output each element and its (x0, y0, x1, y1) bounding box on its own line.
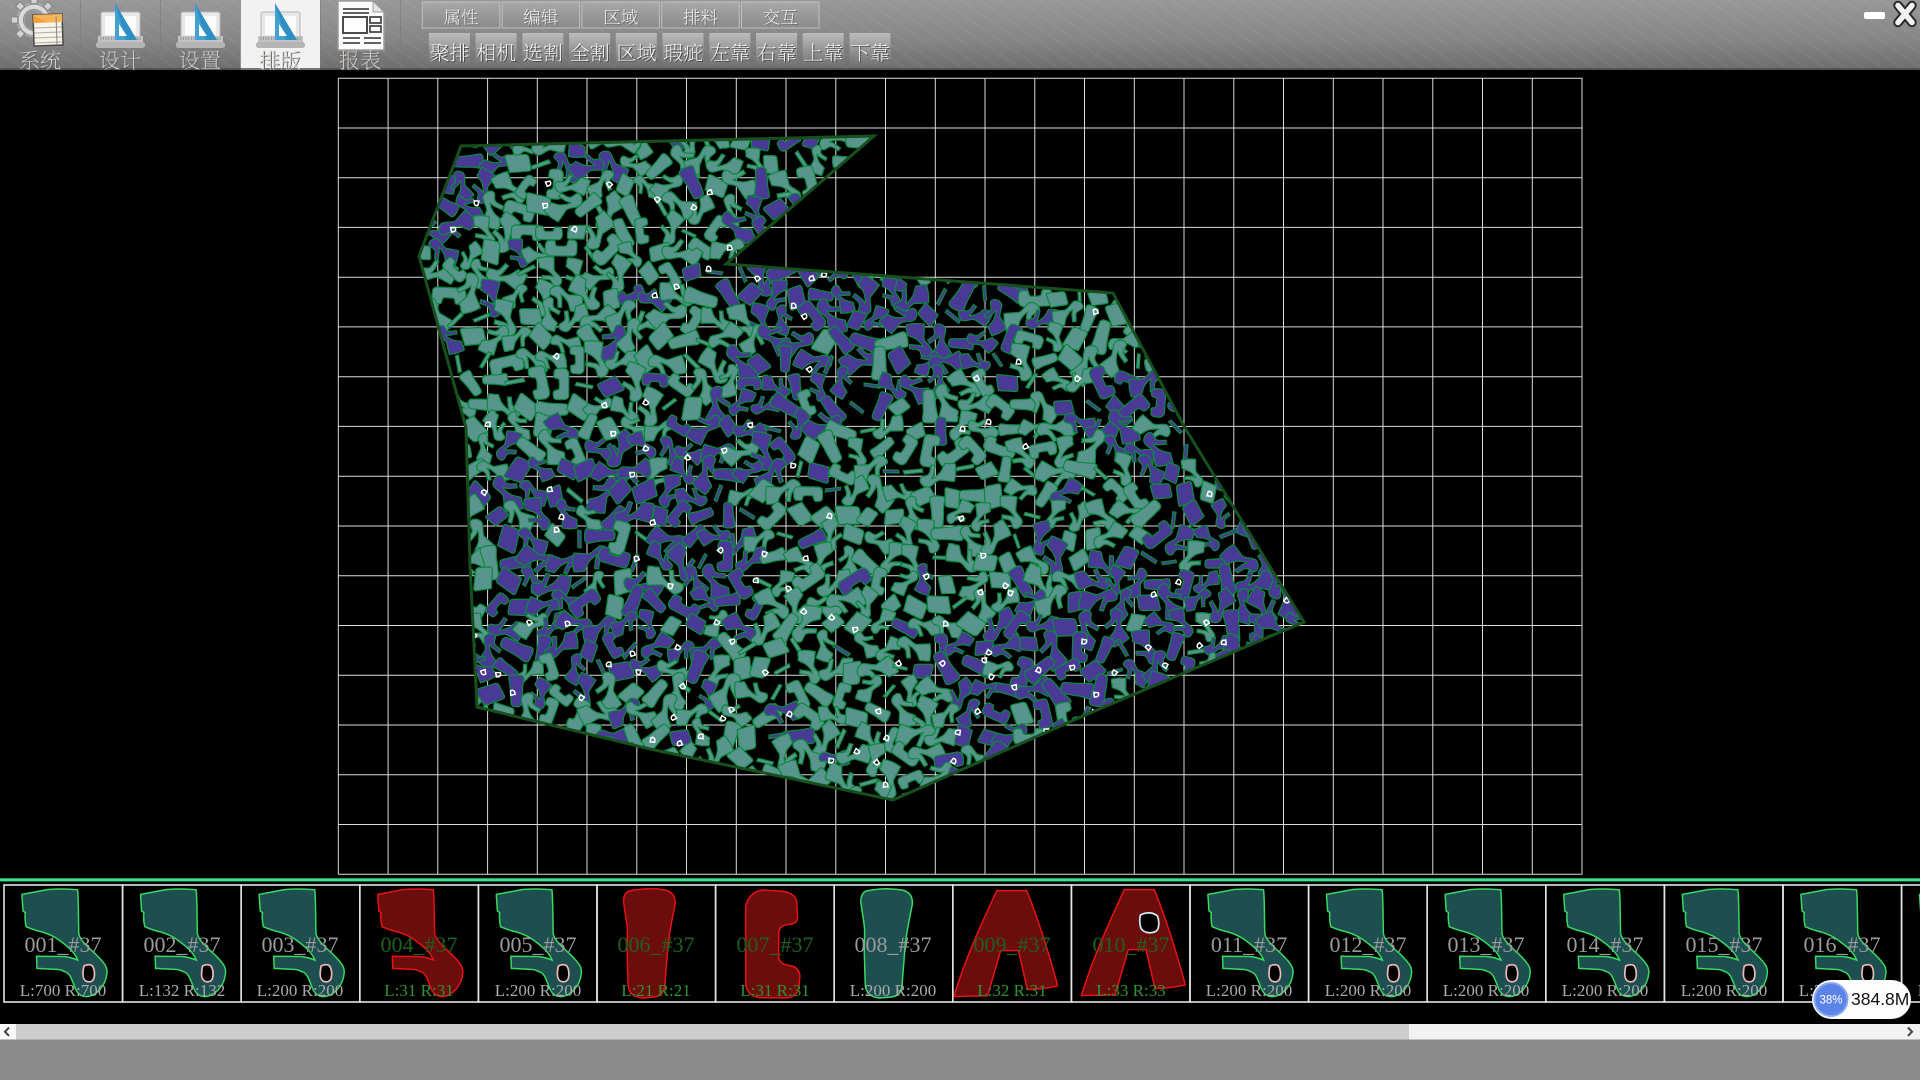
svg-text:011_#37: 011_#37 (1211, 932, 1287, 957)
svg-text:012_#37: 012_#37 (1330, 932, 1407, 957)
svg-text:010_#37: 010_#37 (1093, 932, 1170, 957)
svg-text:004_#37: 004_#37 (381, 932, 458, 957)
svg-text:001_#37: 001_#37 (25, 932, 102, 957)
svg-text:L:32 R:31: L:32 R:31 (977, 981, 1046, 1000)
svg-text:384.8M: 384.8M (1851, 989, 1909, 1009)
svg-text:L:200 R:200: L:200 R:200 (850, 981, 936, 1000)
svg-text:L:200 R:200: L:200 R:200 (257, 981, 343, 1000)
svg-text:L:33 R:33: L:33 R:33 (1096, 981, 1165, 1000)
svg-text:L:31 R:31: L:31 R:31 (740, 981, 809, 1000)
svg-text:016_#37: 016_#37 (1804, 932, 1881, 957)
svg-text:38%: 38% (1819, 995, 1842, 1007)
svg-text:L:200 R:200: L:200 R:200 (1443, 981, 1529, 1000)
svg-text:005_#37: 005_#37 (500, 932, 577, 957)
svg-text:013_#37: 013_#37 (1448, 932, 1525, 957)
svg-text:L:700 R:700: L:700 R:700 (20, 981, 106, 1000)
svg-text:008_#37: 008_#37 (855, 932, 932, 957)
svg-text:014_#37: 014_#37 (1567, 932, 1644, 957)
svg-text:L:21 R:21: L:21 R:21 (621, 981, 690, 1000)
svg-text:L:200 R:200: L:200 R:200 (1562, 981, 1648, 1000)
svg-text:015_#37: 015_#37 (1686, 932, 1763, 957)
svg-text:L:31 R:31: L:31 R:31 (384, 981, 453, 1000)
svg-text:003_#37: 003_#37 (262, 932, 339, 957)
svg-text:006_#37: 006_#37 (618, 932, 695, 957)
svg-text:009_#37: 009_#37 (974, 932, 1051, 957)
svg-text:L:200 R:200: L:200 R:200 (1681, 981, 1767, 1000)
svg-text:L:200 R:200: L:200 R:200 (1206, 981, 1292, 1000)
svg-text:007_#37: 007_#37 (737, 932, 814, 957)
svg-text:L:132 R:132: L:132 R:132 (139, 981, 225, 1000)
svg-text:L:200 R:200: L:200 R:200 (1325, 981, 1411, 1000)
svg-text:L:200 R:200: L:200 R:200 (495, 981, 581, 1000)
svg-text:002_#37: 002_#37 (144, 932, 221, 957)
